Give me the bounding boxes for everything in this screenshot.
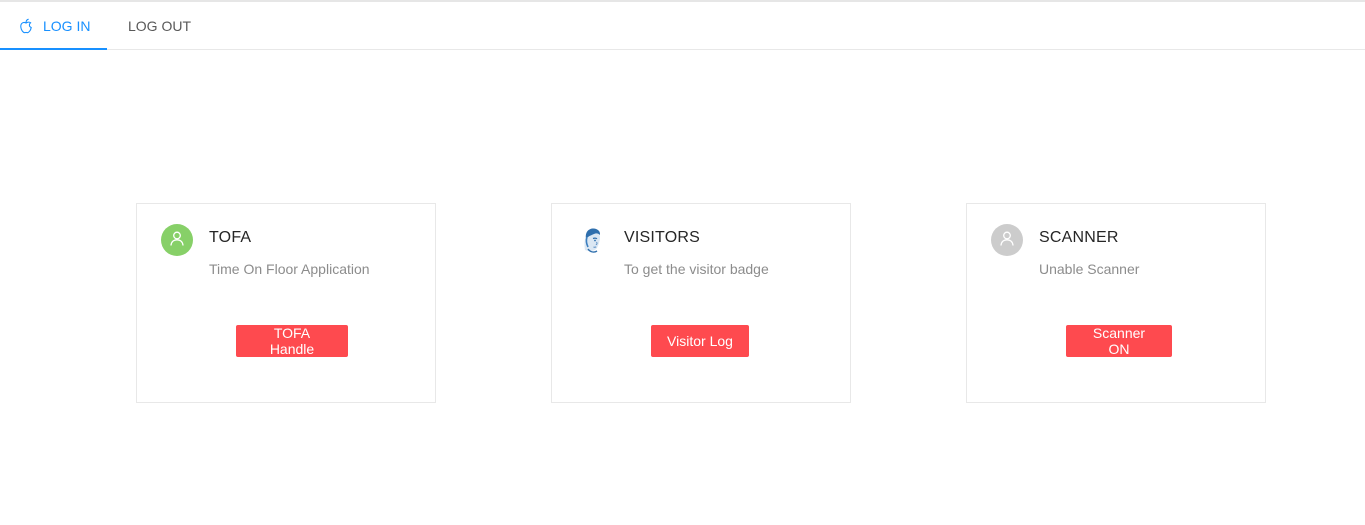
apple-icon — [19, 18, 33, 34]
tab-log-out[interactable]: LOG OUT — [128, 2, 191, 49]
user-avatar — [991, 224, 1023, 256]
active-tab-indicator — [0, 48, 107, 50]
tofa-handle-button[interactable]: TOFA Handle — [236, 325, 348, 357]
tab-log-in-label: LOG IN — [43, 17, 91, 34]
scanner-on-button[interactable]: Scanner ON — [1066, 325, 1172, 357]
tab-log-out-label: LOG OUT — [128, 17, 192, 34]
visitor-log-button[interactable]: Visitor Log — [651, 325, 749, 357]
card-title: TOFA — [209, 229, 252, 246]
user-icon — [169, 230, 185, 251]
tofa-card: TOFA Time On Floor Application TOFA Hand… — [136, 203, 436, 403]
tab-log-in[interactable]: LOG IN — [0, 2, 107, 50]
visitors-card: VISITORS To get the visitor badge Visito… — [551, 203, 851, 403]
visitor-photo-avatar — [576, 224, 608, 256]
card-description: Time On Floor Application — [209, 261, 370, 277]
tab-bar: LOG IN LOG OUT — [0, 2, 1365, 50]
card-title: SCANNER — [1039, 229, 1119, 246]
user-avatar — [161, 224, 193, 256]
card-description: To get the visitor badge — [624, 261, 769, 277]
scanner-card: SCANNER Unable Scanner Scanner ON — [966, 203, 1266, 403]
user-icon — [999, 230, 1015, 251]
card-title: VISITORS — [624, 229, 700, 246]
visitor-photo — [584, 228, 601, 253]
card-description: Unable Scanner — [1039, 261, 1140, 277]
